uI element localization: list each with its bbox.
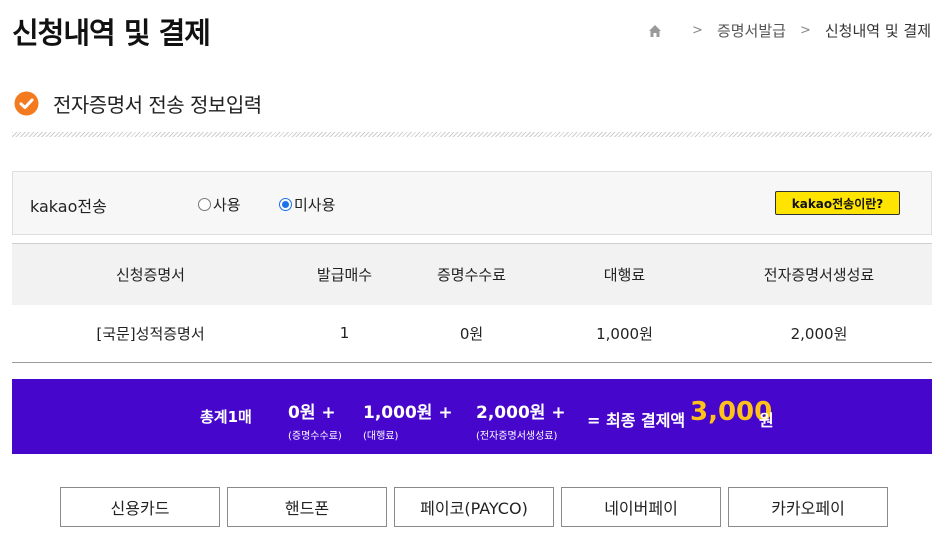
kakao-send-panel: kakao전송 사용 미사용 kakao전송이란?	[12, 171, 932, 235]
header-agency-fee: 대행료	[543, 243, 706, 305]
chevron-right-icon: >	[799, 23, 811, 38]
radio-use-circle[interactable]	[198, 198, 211, 211]
breadcrumb-item-certificate[interactable]: 증명서발급	[717, 20, 786, 41]
table-header-row: 신청증명서 발급매수 증명수수료 대행료 전자증명서생성료	[12, 243, 932, 305]
header-generation-fee: 전자증명서생성료	[706, 243, 932, 305]
page-title: 신청내역 및 결제	[12, 16, 211, 50]
summary-cert-fee-caption: (증명수수료)	[288, 431, 342, 442]
pay-payco-button[interactable]: 페이코(PAYCO)	[394, 487, 554, 527]
summary-agency-fee-amount: 1,000원 +	[363, 403, 453, 423]
section-title: 전자증명서 전송 정보입력	[53, 93, 262, 117]
payment-methods: 신용카드 핸드폰 페이코(PAYCO) 네이버페이 카카오페이	[60, 487, 888, 527]
table-row: [국문]성적증명서 1 0원 1,000원 2,000원	[12, 304, 932, 363]
cell-generation-fee: 2,000원	[706, 304, 932, 363]
radio-not-use-label: 미사용	[294, 196, 336, 214]
section-divider	[12, 132, 932, 137]
cell-cert-fee: 0원	[400, 304, 543, 363]
header-certificate: 신청증명서	[12, 243, 289, 305]
summary-agency-fee-caption: (대행료)	[363, 431, 399, 442]
final-amount-currency: 원	[759, 411, 774, 430]
kakao-info-button[interactable]: kakao전송이란?	[775, 191, 900, 215]
summary-cert-fee-amount: 0원 +	[288, 403, 336, 423]
total-count: 총계1매	[200, 408, 252, 426]
pay-kakaopay-button[interactable]: 카카오페이	[728, 487, 888, 527]
breadcrumb-item-current: 신청내역 및 결제	[824, 22, 931, 40]
cell-agency-fee: 1,000원	[543, 304, 706, 363]
pay-naverpay-button[interactable]: 네이버페이	[561, 487, 721, 527]
kakao-send-label: kakao전송	[30, 197, 107, 216]
radio-not-use-circle[interactable]	[279, 198, 292, 211]
final-amount-label: = 최종 결제액	[587, 411, 686, 430]
summary-cert-fee: 0원 + (증명수수료)	[288, 398, 342, 442]
application-table: 신청증명서 발급매수 증명수수료 대행료 전자증명서생성료 [국문]성적증명서 …	[12, 243, 932, 363]
cell-certificate: [국문]성적증명서	[12, 304, 289, 363]
header-copies: 발급매수	[289, 243, 400, 305]
home-icon[interactable]	[648, 24, 662, 38]
section-header: 전자증명서 전송 정보입력	[14, 89, 262, 118]
radio-use[interactable]: 사용	[198, 194, 241, 215]
chevron-right-icon: >	[692, 23, 703, 38]
summary-generation-fee-caption: (전자증명서생성료)	[476, 431, 558, 442]
summary-agency-fee: 1,000원 + (대행료)	[363, 398, 453, 442]
summary-generation-fee-amount: 2,000원 +	[476, 403, 566, 423]
total-summary-bar: 총계1매 0원 + (증명수수료) 1,000원 + (대행료) 2,000원 …	[12, 379, 932, 454]
cell-copies: 1	[289, 304, 400, 363]
breadcrumb: > 증명서발급 > 신청내역 및 결제	[648, 20, 931, 41]
summary-generation-fee: 2,000원 + (전자증명서생성료)	[476, 398, 566, 442]
radio-not-use[interactable]: 미사용	[279, 194, 335, 215]
radio-use-label: 사용	[213, 196, 241, 214]
check-circle-icon	[14, 91, 39, 116]
pay-credit-card-button[interactable]: 신용카드	[60, 487, 220, 527]
header-cert-fee: 증명수수료	[400, 243, 543, 305]
pay-phone-button[interactable]: 핸드폰	[227, 487, 387, 527]
